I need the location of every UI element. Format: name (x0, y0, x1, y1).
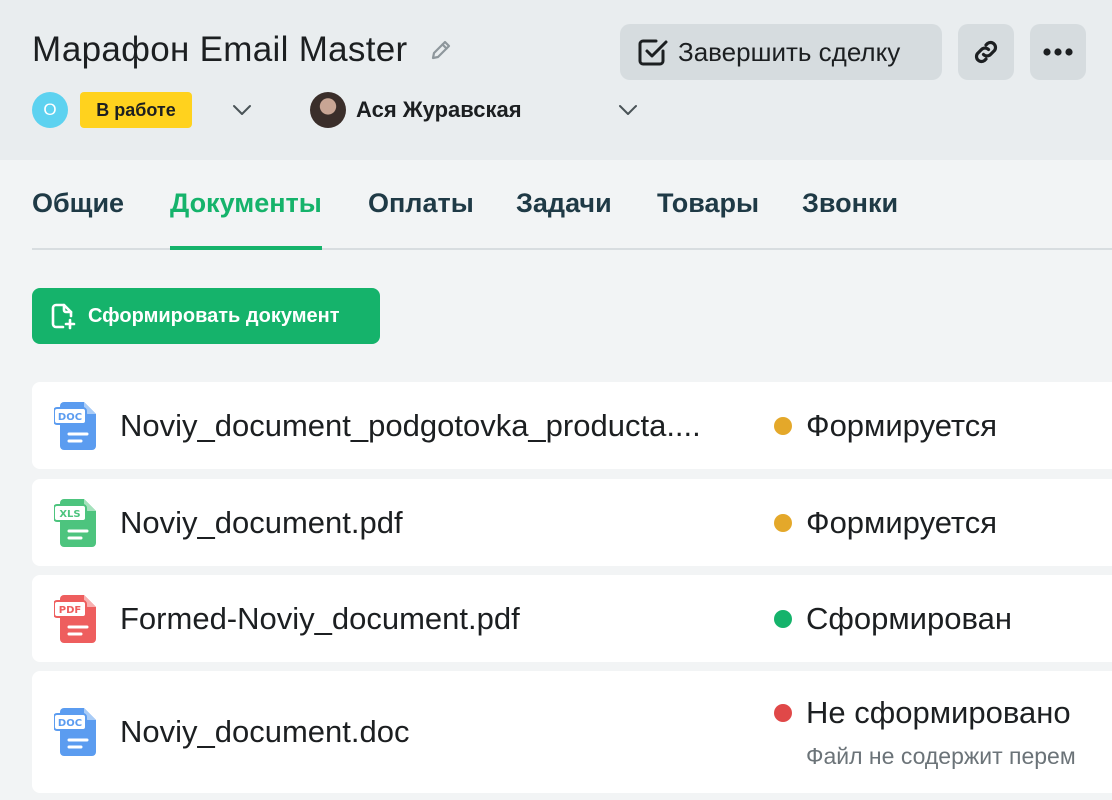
more-options-button[interactable] (1030, 24, 1086, 80)
list-item[interactable]: PDF Formed-Noviy_document.pdf Сформирова… (32, 575, 1112, 662)
svg-text:XLS: XLS (59, 509, 80, 520)
tab-documents[interactable]: Документы (170, 188, 322, 250)
stage-badge: В работе (80, 92, 192, 128)
deal-header: Марафон Email Master Завершить сделку О … (0, 0, 1112, 160)
status-text: Не сформировано (806, 695, 1071, 730)
status-text: Формируется (806, 505, 998, 540)
document-status: Не сформировано (774, 695, 1071, 731)
document-name[interactable]: Noviy_document.pdf (120, 505, 403, 541)
document-name[interactable]: Noviy_document.doc (120, 714, 410, 750)
copy-link-button[interactable] (958, 24, 1014, 80)
doc-file-icon: DOC (53, 706, 102, 758)
document-status: Формируется (774, 408, 997, 444)
svg-text:PDF: PDF (59, 605, 81, 616)
stage-selector[interactable]: О В работе (32, 92, 192, 128)
tab-general[interactable]: Общие (32, 188, 124, 250)
status-note: Файл не содержит перем (806, 743, 1076, 769)
avatar (310, 92, 346, 128)
tab-payments[interactable]: Оплаты (368, 188, 474, 250)
document-name[interactable]: Formed-Noviy_document.pdf (120, 601, 520, 637)
checkbox-icon (636, 35, 670, 69)
status-text: Формируется (806, 408, 998, 443)
document-name[interactable]: Noviy_document_podgotovka_producta.... (120, 408, 701, 444)
owner-selector[interactable]: Ася Журавская (310, 92, 522, 128)
document-status: Формируется (774, 505, 997, 541)
title-row: Марафон Email Master (32, 30, 453, 70)
tab-products[interactable]: Товары (657, 188, 759, 250)
more-dots-icon (1042, 47, 1074, 57)
list-item[interactable]: XLS Noviy_document.pdf Формируется (32, 479, 1112, 566)
xls-file-icon: XLS (53, 497, 102, 549)
chevron-down-icon[interactable] (616, 98, 640, 122)
list-item[interactable]: DOC Noviy_document_podgotovka_producta..… (32, 382, 1112, 469)
create-document-button[interactable]: Сформировать документ (32, 288, 380, 344)
stage-avatar: О (32, 92, 68, 128)
status-dot (774, 704, 792, 722)
tab-tasks[interactable]: Задачи (516, 188, 612, 250)
status-dot (774, 514, 792, 532)
pdf-file-icon: PDF (53, 593, 102, 645)
link-icon (970, 36, 1002, 68)
status-dot (774, 417, 792, 435)
status-text: Сформирован (806, 601, 1012, 636)
doc-file-icon: DOC (53, 400, 102, 452)
chevron-down-icon[interactable] (230, 98, 254, 122)
svg-text:DOC: DOC (58, 412, 82, 423)
pencil-icon[interactable] (429, 38, 453, 62)
finish-deal-label: Завершить сделку (678, 36, 901, 67)
document-status: Сформирован (774, 601, 1012, 637)
list-item[interactable]: DOC Noviy_document.doc Не сформировано Ф… (32, 671, 1112, 793)
status-dot (774, 610, 792, 628)
create-document-label: Сформировать документ (88, 304, 340, 327)
deal-title: Марафон Email Master (32, 30, 408, 69)
owner-name: Ася Журавская (356, 97, 522, 122)
tab-bar: Общие Документы Оплаты Задачи Товары Зво… (32, 160, 1112, 250)
tab-calls[interactable]: Звонки (802, 188, 898, 250)
svg-text:DOC: DOC (58, 718, 82, 729)
add-file-icon (48, 301, 78, 331)
finish-deal-button[interactable]: Завершить сделку (620, 24, 942, 80)
